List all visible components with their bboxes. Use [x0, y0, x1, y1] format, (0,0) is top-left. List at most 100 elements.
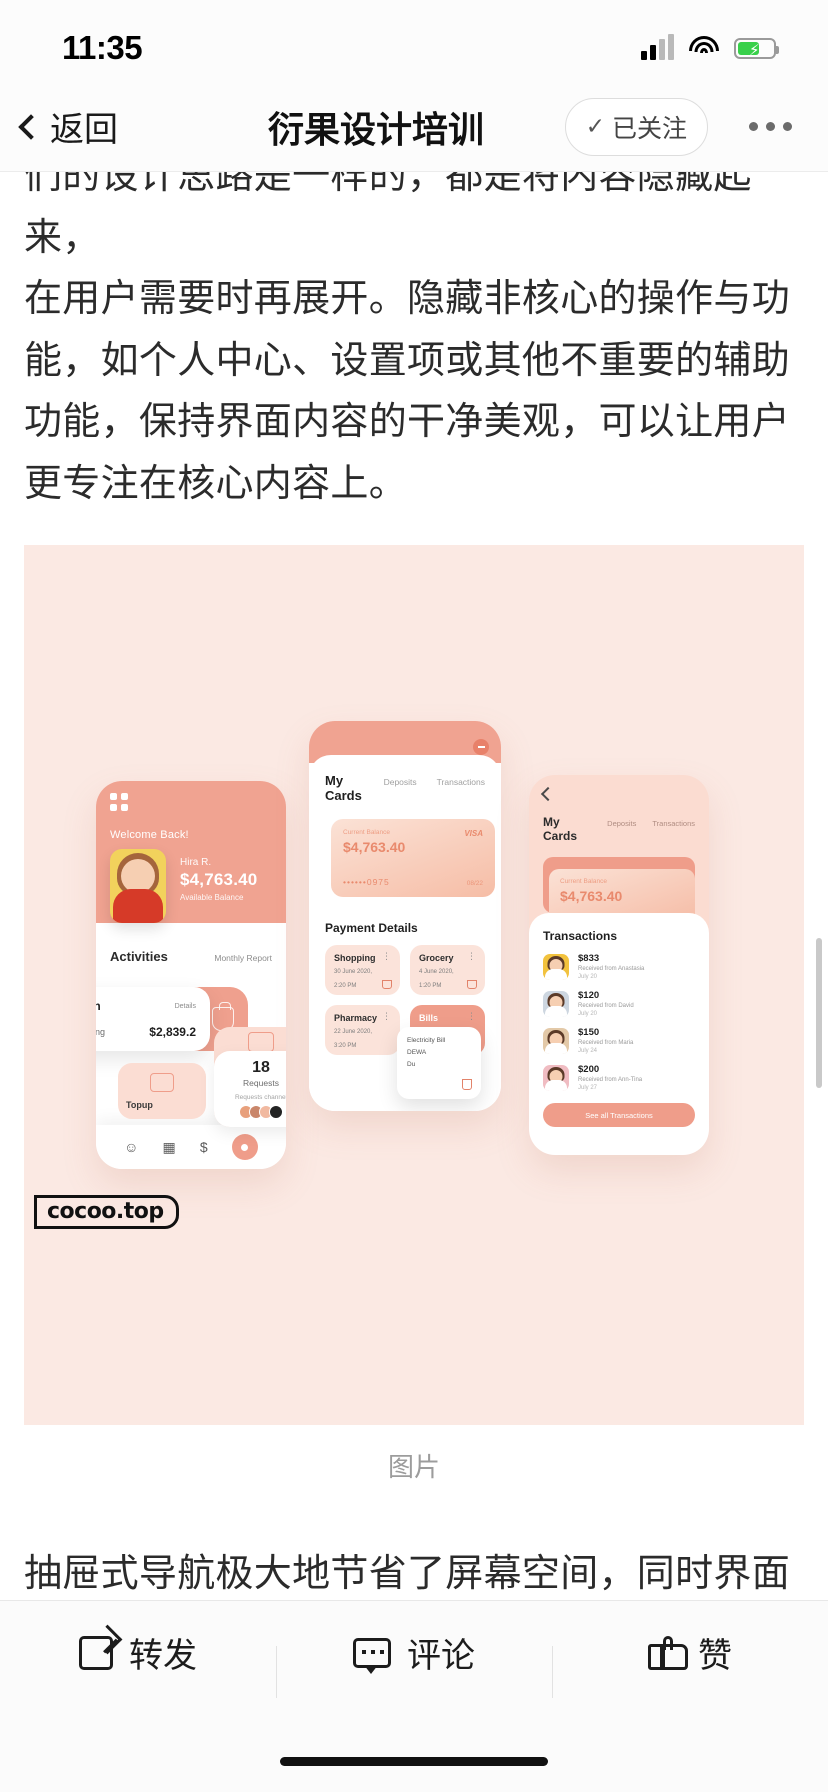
transaction-amount: $200	[578, 1064, 600, 1076]
transaction-date: July 20	[578, 974, 598, 981]
chevron-left-icon[interactable]	[540, 787, 556, 802]
transaction-date: July 20	[578, 1011, 598, 1018]
article-body[interactable]: 们的设计思路是一样的，都是将内容隐藏起来， 在用户需要时再展开。隐藏非核心的操作…	[0, 172, 828, 1620]
topup-card[interactable]: Topup	[118, 1063, 206, 1120]
card-balance: $4,763.40	[343, 839, 406, 856]
tab-deposits[interactable]: Deposits	[384, 777, 417, 787]
chevron-left-icon	[18, 113, 44, 140]
tab-my-cards[interactable]: My Cards	[543, 815, 591, 843]
avatar	[543, 990, 569, 1017]
payment-date: 22 June 2020,	[334, 1029, 373, 1036]
tab-transactions[interactable]: Transactions	[437, 777, 485, 787]
avatar	[543, 1064, 569, 1091]
navigation-bar: 返回 衍果设计培训 ✓ 已关注	[0, 82, 828, 172]
requests-label: Requests	[243, 1078, 279, 1089]
transaction-row[interactable]: $833 Received from Anastasia July 20	[543, 953, 695, 980]
cellular-signal-icon	[641, 34, 674, 60]
requests-avatars	[239, 1105, 283, 1120]
trash-icon[interactable]	[462, 1079, 472, 1091]
transaction-row[interactable]: $120 Received from David July 20	[543, 990, 695, 1017]
kebab-menu-icon[interactable]: ⋮	[382, 1012, 391, 1021]
transactions-title: Transactions	[543, 929, 618, 944]
share-icon	[79, 1635, 113, 1670]
cart-icon	[467, 980, 477, 990]
safe-box-icon	[248, 1032, 274, 1053]
card-balance: $4,763.40	[560, 888, 623, 905]
kebab-menu-icon[interactable]: ⋮	[382, 952, 391, 961]
kebab-menu-icon[interactable]: ⋮	[467, 952, 476, 961]
grid-menu-icon[interactable]	[110, 793, 272, 812]
transaction-row[interactable]: $200 Received from Ann-Tina July 27	[543, 1064, 695, 1091]
profile-icon[interactable]: ☺	[124, 1139, 138, 1155]
loan-details-link[interactable]: Details	[175, 1003, 196, 1010]
credit-card[interactable]: Current Balance $4,763.40 ••••••0975 VIS…	[331, 819, 495, 898]
transaction-date: July 24	[578, 1048, 598, 1055]
payment-details-title: Payment Details	[325, 921, 418, 936]
requests-sub: Requests channel	[234, 1094, 286, 1102]
like-label: 赞	[698, 1637, 732, 1675]
transaction-amount: $120	[578, 990, 600, 1002]
loan-status: Pending	[96, 1027, 106, 1038]
payment-card-pharmacy[interactable]: Pharmacy ⋮ 22 June 2020, 3:20 PM	[325, 1005, 400, 1056]
transactions-sheet: Transactions $833 Received from Anastasi…	[529, 913, 709, 1156]
tab-my-cards[interactable]: My Cards	[325, 773, 364, 803]
tab-deposits[interactable]: Deposits	[607, 819, 636, 828]
scrollbar[interactable]	[816, 938, 822, 1088]
tab-transactions[interactable]: Transactions	[652, 819, 695, 828]
avatar	[543, 953, 569, 980]
home-indicator[interactable]	[280, 1757, 548, 1766]
right-tabs: My Cards Deposits Transactions	[543, 815, 695, 843]
see-all-transactions-button[interactable]: See all Transactions	[543, 1103, 695, 1128]
kebab-menu-icon[interactable]: ⋮	[467, 1012, 476, 1021]
monthly-report-link[interactable]: Monthly Report	[214, 953, 272, 963]
topup-label: Topup	[126, 1100, 153, 1111]
transaction-amount: $833	[578, 953, 600, 965]
payment-card-bills[interactable]: Bills ⋮ Electricity Bill DEWA Du	[397, 1005, 485, 1100]
payment-grid: Shopping ⋮ 30 June 2020, 2:20 PM Grocery	[325, 945, 485, 1100]
cart-icon	[382, 980, 392, 990]
card-icon[interactable]: ▦	[163, 1139, 176, 1156]
article-image[interactable]: Welcome Back! Hira R. $4,763.40 Availabl…	[24, 545, 804, 1426]
bottom-toolbar: 转发 评论 赞	[0, 1600, 828, 1704]
mockup-phone-middle: My Cards Deposits Transactions Current B…	[309, 721, 501, 1112]
loan-title: Loan	[96, 999, 101, 1014]
share-label: 转发	[129, 1637, 197, 1675]
payment-card-grocery[interactable]: Grocery ⋮ 4 June 2020, 1:20 PM	[410, 945, 485, 996]
dollar-icon[interactable]: $	[200, 1139, 208, 1155]
transaction-desc: Received from Ann-Tina	[578, 1077, 643, 1084]
bills-popup[interactable]: Electricity Bill DEWA Du	[397, 1027, 481, 1100]
payment-name: Bills	[419, 1013, 439, 1024]
comment-button[interactable]: 评论	[276, 1628, 552, 1698]
payment-name: Shopping	[334, 953, 376, 964]
avatar	[110, 849, 166, 924]
visa-logo: VISA	[464, 829, 483, 839]
status-bar: 11:35 ⚡	[0, 0, 828, 82]
paragraph-clipped: 们的设计思路是一样的，都是将内容隐藏起来，	[24, 172, 752, 259]
activities-title: Activities	[110, 949, 168, 965]
safe-box-icon	[150, 1073, 174, 1093]
activities-row: Activities Monthly Report	[96, 923, 286, 964]
battery-charging-icon: ⚡	[734, 37, 779, 59]
wifi-icon	[688, 36, 720, 60]
follow-button[interactable]: ✓ 已关注	[564, 97, 708, 156]
back-button[interactable]: 返回	[18, 102, 118, 151]
payment-name: Pharmacy	[334, 1013, 378, 1024]
card-number: ••••••0975	[343, 877, 390, 888]
requests-count: 18	[252, 1059, 270, 1077]
location-pin-icon[interactable]	[231, 1134, 258, 1161]
loan-card[interactable]: Loan Details Pending $2,839.2	[96, 987, 210, 1052]
requests-card[interactable]: 18 Requests Requests channel	[214, 1027, 286, 1128]
payment-card-shopping[interactable]: Shopping ⋮ 30 June 2020, 2:20 PM	[325, 945, 400, 996]
more-options-button[interactable]	[749, 122, 792, 131]
balance-amount: $4,763.40	[180, 870, 258, 890]
transaction-row[interactable]: $150 Received from Maria July 24	[543, 1027, 695, 1054]
close-icon[interactable]	[473, 739, 489, 756]
status-icons: ⚡	[641, 34, 779, 60]
card-balance-label: Current Balance	[560, 878, 607, 886]
left-phone-tabbar: ☺ ▦ $	[96, 1125, 286, 1170]
share-button[interactable]: 转发	[0, 1628, 276, 1677]
transaction-date: July 27	[578, 1085, 598, 1092]
bill-item: DEWA	[407, 1049, 427, 1057]
page-title: 衍果设计培训	[267, 108, 485, 150]
like-button[interactable]: 赞	[552, 1628, 828, 1698]
